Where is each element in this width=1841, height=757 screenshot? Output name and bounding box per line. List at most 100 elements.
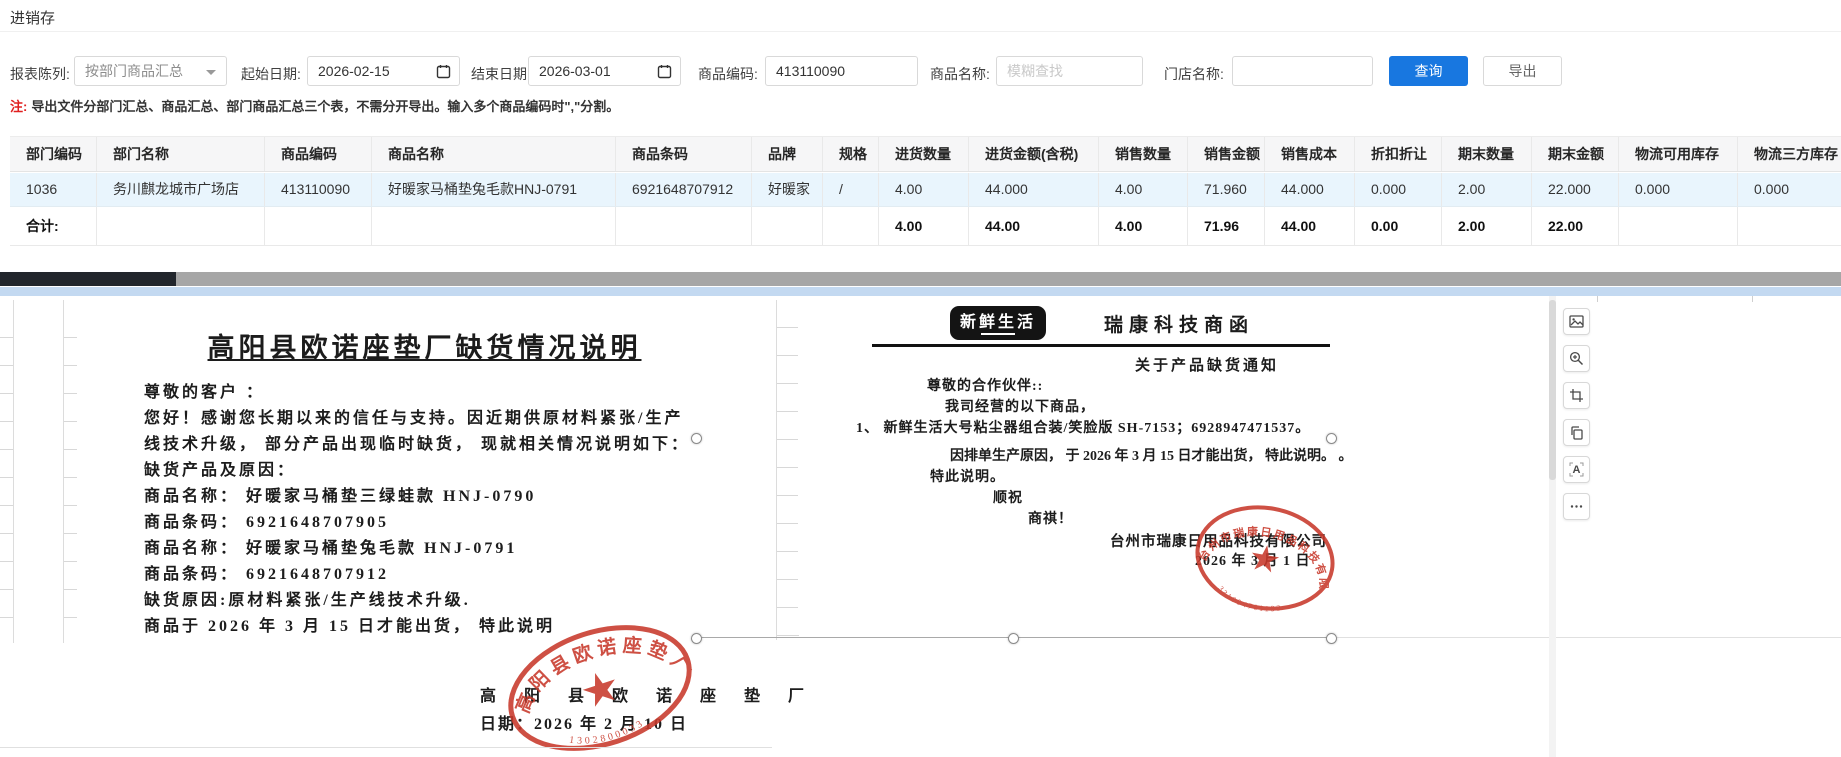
selection-handle-bottom-middle[interactable]: [1008, 633, 1019, 644]
total-cell: 2.00: [1442, 207, 1532, 245]
product-name-label: 商品名称:: [930, 66, 990, 82]
header-cell: 规格: [823, 137, 879, 171]
data-cell: 4.00: [879, 173, 969, 206]
more-options-icon[interactable]: [1563, 493, 1590, 520]
grid-line-vertical: [13, 300, 14, 643]
calendar-icon[interactable]: [436, 64, 451, 79]
export-note: 注: 导出文件分部门汇总、商品汇总、部门商品汇总三个表，不需分开导出。输入多个商品…: [10, 96, 619, 115]
image-icon[interactable]: [1563, 308, 1590, 335]
vertical-scrollbar[interactable]: [1549, 296, 1556, 757]
store-name-label: 门店名称:: [1164, 66, 1224, 82]
grid-row-line: [1330, 637, 1841, 638]
selection-handle-bottom-right[interactable]: [1326, 633, 1337, 644]
grid-lines: [63, 310, 77, 640]
export-button[interactable]: 导出: [1483, 56, 1562, 86]
doc-text-line: 您好！感谢您长期以来的信任与支持。因近期供原材料紧张/生产: [144, 410, 684, 427]
right-doc-title: 关于产品缺货通知: [1135, 358, 1280, 374]
calendar-icon[interactable]: [657, 64, 672, 79]
header-cell: 商品名称: [372, 137, 616, 171]
xinxian-shenghuo-logo: 新鲜生活: [950, 306, 1047, 340]
zoom-in-icon[interactable]: [1563, 345, 1590, 372]
query-button[interactable]: 查询: [1389, 56, 1468, 86]
doc-text-line: 缺货产品及原因：: [144, 462, 297, 479]
start-date-input[interactable]: 2026-02-15: [307, 56, 460, 86]
header-cell: 品牌: [752, 137, 823, 171]
app-window: 进销存 报表陈列: 按部门商品汇总 起始日期: 2026-02-15 结束日期:…: [0, 0, 1841, 757]
table-row[interactable]: 1036 务川麒龙城市广场店 413110090 好暖家马桶垫兔毛款HNJ-07…: [10, 173, 1841, 207]
svg-text:A: A: [1573, 464, 1581, 476]
grid-line-vertical: [63, 300, 64, 643]
data-cell: 好暖家: [752, 173, 823, 206]
header-cell: 折扣折让: [1355, 137, 1442, 171]
right-doc-date: 2026 年 3 月 1 日: [1195, 554, 1311, 569]
header-cell: 期末数量: [1442, 137, 1532, 171]
left-doc-date: 日期：2026 年 2 月 10 日: [480, 716, 689, 733]
shortage-letter-image-right[interactable]: 新鲜生活 瑞康科技商函 关于产品缺货通知 尊敬的合作伙伴:: 我司经营的以下商品…: [798, 296, 1353, 635]
header-cell: 商品编码: [265, 137, 372, 171]
total-cell: [1619, 207, 1738, 245]
horizontal-scrollbar[interactable]: [0, 272, 1841, 286]
selection-handle-left[interactable]: [691, 433, 702, 444]
header-cell: 进货数量: [879, 137, 969, 171]
grid-line-vertical: [776, 300, 777, 640]
vertical-scrollbar-thumb[interactable]: [1549, 300, 1556, 480]
doc-text-line: 商品于 2026 年 3 月 15 日才能出货， 特此说明: [144, 618, 556, 635]
report-layout-label: 报表陈列:: [10, 66, 70, 82]
selection-handle-right[interactable]: [1326, 433, 1337, 444]
data-cell: 71.960: [1188, 173, 1265, 206]
data-cell: 0.000: [1754, 181, 1790, 197]
horizontal-scrollbar-thumb[interactable]: [0, 272, 176, 286]
end-date-label: 结束日期:: [471, 66, 531, 82]
end-date-input[interactable]: 2026-03-01: [528, 56, 681, 86]
header-cell: 期末金额: [1532, 137, 1619, 171]
product-code-value: 413110090: [776, 63, 846, 79]
product-name-placeholder: 模糊查找: [1007, 63, 1063, 79]
header-rule: [872, 344, 1330, 347]
page-title: 进销存: [10, 10, 56, 27]
doc-text-line: 商祺！: [1028, 512, 1073, 527]
grid-lines: [0, 310, 13, 640]
data-cell: 0.000: [1619, 173, 1738, 206]
total-cell: 合计:: [10, 207, 97, 245]
data-cell: 2.00: [1442, 173, 1532, 206]
grid-lines: [776, 300, 799, 640]
store-name-input[interactable]: [1232, 56, 1373, 86]
doc-text-line: 1、 新鲜生活大号粘尘器组合装/笑脸版 SH-7153；692894747153…: [856, 421, 1311, 436]
total-cell: 0.00: [1355, 207, 1442, 245]
total-cell: 44.00: [1265, 207, 1355, 245]
extract-text-icon[interactable]: A: [1563, 456, 1590, 483]
total-cell: [265, 207, 372, 245]
header-cell: 物流三方库存: [1754, 146, 1838, 162]
header-cell: 部门名称: [97, 137, 265, 171]
product-name-input[interactable]: 模糊查找: [996, 56, 1143, 86]
doc-text-line: 商品名称： 好暖家马桶垫兔毛款 HNJ-0791: [144, 540, 518, 557]
doc-text-line: 缺货原因:原材料紧张/生产线技术升级.: [144, 592, 471, 609]
right-doc-header: 瑞康科技商函: [1104, 315, 1255, 336]
copy-icon[interactable]: [1563, 419, 1590, 446]
end-date-value: 2026-03-01: [539, 63, 611, 79]
data-cell: /: [823, 173, 879, 206]
right-doc-company: 台州市瑞康日用品科技有限公司: [1110, 534, 1327, 550]
note-prefix: 注:: [10, 99, 28, 114]
left-doc-title: 高阳县欧诺座垫厂缺货情况说明: [207, 333, 642, 363]
table-header-row: 部门编码 部门名称 商品编码 商品名称 商品条码 品牌 规格 进货数量 进货金额…: [10, 136, 1841, 172]
left-doc-signature: 高 阳 县 欧 诺 座 垫 厂: [480, 688, 817, 705]
total-cell: [823, 207, 879, 245]
total-cell: 44.00: [969, 207, 1099, 245]
crop-icon[interactable]: [1563, 382, 1590, 409]
product-code-input[interactable]: 413110090: [765, 56, 918, 86]
header-cell: 物流可用库存: [1619, 137, 1738, 171]
svg-text:331004701133: 331004701133: [1214, 583, 1287, 617]
data-cell: 22.000: [1532, 173, 1619, 206]
report-layout-select[interactable]: 按部门商品汇总: [74, 56, 227, 86]
selection-handle-bottom-left[interactable]: [691, 633, 702, 644]
total-cell: [1738, 207, 1841, 245]
total-cell: 71.96: [1188, 207, 1265, 245]
divider: [0, 31, 1841, 32]
data-cell: 44.000: [969, 173, 1099, 206]
chevron-down-icon: [206, 70, 216, 75]
shortage-letter-image-left[interactable]: 高阳县欧诺座垫厂缺货情况说明 尊敬的客户 ： 您好！感谢您长期以来的信任与支持。…: [77, 296, 804, 756]
doc-text-line: 尊敬的合作伙伴::: [927, 379, 1044, 394]
start-date-label: 起始日期:: [241, 66, 301, 82]
total-cell: [372, 207, 616, 245]
